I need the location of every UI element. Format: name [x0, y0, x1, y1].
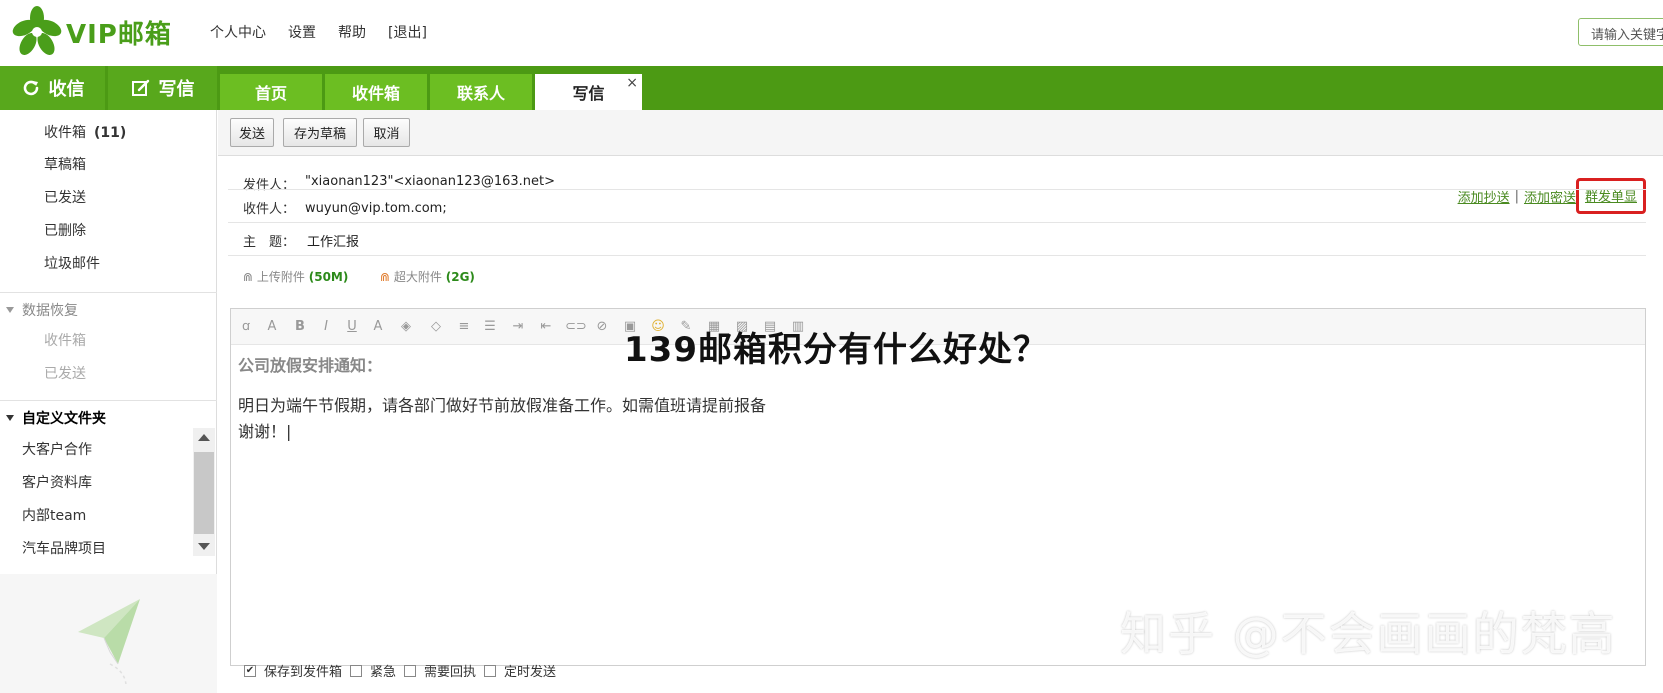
divider	[228, 255, 1646, 256]
watermark: 知乎 @不会画画的梵高	[1120, 607, 1617, 661]
scheduled-send-checkbox[interactable]	[484, 664, 497, 677]
close-tab-icon[interactable]: ×	[626, 75, 638, 91]
sidebar-item-custom[interactable]: 客户资料库	[22, 472, 92, 492]
to-field[interactable]: wuyun@vip.tom.com;	[305, 201, 447, 216]
option-label: 紧急	[370, 665, 397, 680]
section-title: 自定义文件夹	[22, 411, 106, 427]
attachment-icon: ⋒	[243, 270, 254, 284]
unlink-icon[interactable]: ⊘	[593, 318, 611, 336]
tab-compose[interactable]: 写信 ×	[535, 74, 642, 110]
tab-inbox[interactable]: 收件箱	[325, 74, 427, 110]
subject-row: 主 题： 工作汇报	[218, 223, 1646, 255]
urgent-checkbox[interactable]	[350, 664, 363, 677]
bold-icon[interactable]: B	[291, 318, 309, 336]
receive-mail-label: 收信	[48, 79, 85, 100]
sidebar-item-drafts[interactable]: 草稿箱	[44, 154, 86, 174]
body-line: 谢谢！|	[238, 422, 292, 441]
sidebar-item-custom[interactable]: 大客户合作	[22, 439, 92, 459]
compose-toolbar: 发送 存为草稿 取消	[218, 110, 1663, 156]
clover-logo-icon	[12, 6, 62, 55]
compose-icon	[131, 79, 149, 96]
sidebar-item-sent[interactable]: 已发送	[44, 187, 86, 207]
attach-label: 上传附件	[256, 270, 305, 284]
scroll-down-icon[interactable]	[198, 543, 210, 550]
section-title: 数据恢复	[22, 303, 78, 319]
search-input[interactable]: 请输入关键字	[1578, 18, 1663, 46]
refresh-icon	[23, 80, 38, 96]
tab-home[interactable]: 首页	[220, 74, 322, 110]
sidebar-footer	[0, 574, 217, 693]
option-label: 保存到发件箱	[264, 665, 343, 680]
sidebar-item-inbox[interactable]: 收件箱 (11)	[44, 122, 126, 142]
section-data-recovery[interactable]: 数据恢复	[6, 300, 78, 320]
divider	[0, 292, 217, 293]
save-to-sent-checkbox[interactable]: ✔	[244, 664, 256, 677]
top-nav: 个人中心 设置 帮助 [退出]	[210, 22, 427, 42]
receive-mail-button[interactable]: 收信	[0, 66, 105, 110]
sidebar-item-spam[interactable]: 垃圾邮件	[44, 253, 100, 273]
unread-count-badge: (11)	[94, 125, 127, 141]
save-draft-button[interactable]: 存为草稿	[283, 118, 357, 147]
sidebar-item-label: 收件箱	[44, 125, 86, 141]
folder-scrollbar[interactable]	[193, 428, 215, 556]
font-size-icon[interactable]: A	[263, 318, 281, 336]
sidebar-item-recovery-inbox[interactable]: 收件箱	[44, 330, 86, 350]
from-field[interactable]: "xiaonan123"<xiaonan123@163.net>	[305, 174, 555, 189]
collapse-triangle-icon	[6, 307, 14, 313]
section-custom-folders[interactable]: 自定义文件夹	[6, 408, 106, 428]
header: VIP邮箱 个人中心 设置 帮助 [退出] 请输入关键字	[0, 0, 1663, 66]
option-label: 定时发送	[504, 665, 557, 680]
tab-bar: 首页 收件箱 联系人 写信 ×	[220, 74, 642, 110]
font-family-icon[interactable]: ꭤ	[237, 318, 255, 336]
big-attachment-link[interactable]: ⋒ 超大附件 (2G)	[380, 268, 475, 285]
write-mail-label: 写信	[158, 79, 195, 100]
main-nav-bar: 收信 写信 首页 收件箱 联系人 写信 ×	[0, 66, 1663, 110]
big-attach-label: 超大附件	[393, 270, 442, 284]
big-attachment-icon: ⋒	[380, 270, 391, 284]
align-icon[interactable]: ≡	[455, 318, 473, 336]
font-color-icon[interactable]: A	[369, 318, 387, 336]
nav-settings[interactable]: 设置	[288, 22, 316, 42]
logo-text: VIP邮箱	[66, 19, 172, 50]
italic-icon[interactable]: I	[317, 318, 335, 336]
eraser-icon[interactable]: ◇	[427, 318, 445, 336]
link-icon[interactable]: ⊂⊃	[565, 318, 587, 336]
subject-field[interactable]: 工作汇报	[307, 231, 359, 250]
overlay-title: 139邮箱积分有什么好处？	[624, 330, 1048, 370]
outdent-icon[interactable]: ⇤	[537, 318, 555, 336]
tab-compose-label: 写信	[572, 84, 605, 103]
send-options: ✔ 保存到发件箱 紧急 需要回执 定时发送	[244, 661, 564, 680]
to-label: 收件人：	[243, 202, 296, 217]
paper-plane-icon	[78, 599, 140, 684]
sidebar: 收件箱 (11) 草稿箱 已发送 已删除 垃圾邮件 数据恢复 收件箱 已发送 自定…	[0, 110, 217, 693]
to-row: 收件人： wuyun@vip.tom.com;	[218, 190, 1646, 222]
divider	[0, 400, 217, 401]
sidebar-item-custom[interactable]: 内部team	[22, 505, 86, 525]
cancel-button[interactable]: 取消	[363, 118, 410, 147]
sidebar-item-recovery-sent[interactable]: 已发送	[44, 363, 86, 383]
body-line: 明日为端午节假期，请各部门做好节前放假准备工作。如需值班请提前报备	[238, 396, 767, 415]
option-label: 需要回执	[424, 665, 477, 680]
nav-help[interactable]: 帮助	[338, 22, 366, 42]
highlight-color-icon[interactable]: ◈	[397, 318, 415, 336]
list-icon[interactable]: ☰	[481, 318, 499, 336]
indent-icon[interactable]: ⇥	[509, 318, 527, 336]
logo[interactable]: VIP邮箱	[12, 6, 172, 58]
upload-attachment-link[interactable]: ⋒ 上传附件 (50M)	[243, 268, 348, 285]
tab-contacts[interactable]: 联系人	[430, 74, 532, 110]
nav-personal-center[interactable]: 个人中心	[210, 22, 266, 42]
send-button[interactable]: 发送	[230, 118, 274, 147]
scroll-up-icon[interactable]	[198, 434, 210, 441]
sidebar-item-custom[interactable]: 汽车品牌项目	[22, 538, 106, 558]
write-mail-button[interactable]: 写信	[108, 66, 217, 110]
attach-size: (50M)	[308, 270, 349, 284]
read-receipt-checkbox[interactable]	[404, 664, 417, 677]
subject-label: 主 题：	[243, 235, 296, 250]
big-attach-size: (2G)	[445, 270, 475, 284]
expand-triangle-icon	[6, 415, 14, 421]
underline-icon[interactable]: U	[343, 318, 361, 336]
scroll-thumb[interactable]	[194, 452, 214, 534]
sidebar-item-deleted[interactable]: 已删除	[44, 220, 86, 240]
nav-logout[interactable]: [退出]	[388, 22, 427, 42]
